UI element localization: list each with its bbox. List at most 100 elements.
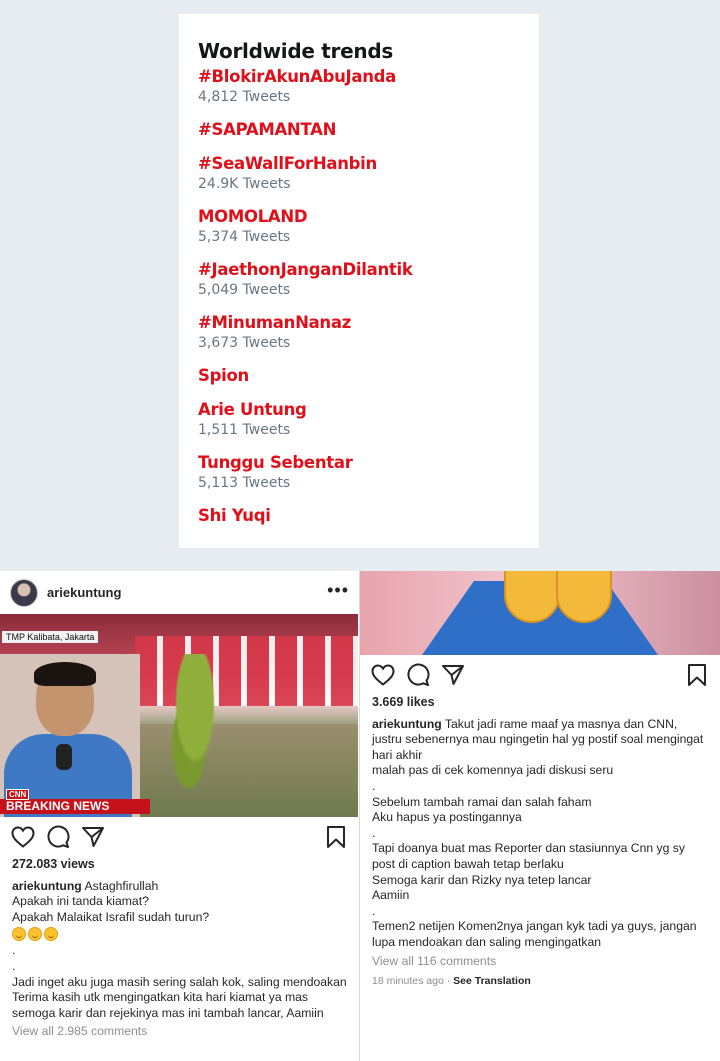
post-username[interactable]: ariekuntung	[47, 585, 327, 600]
caption-text: Temen2 netijen Komen2nya jangan kyk tadi…	[372, 919, 697, 949]
bookmark-icon[interactable]	[684, 662, 710, 688]
caption-text: Sebelum tambah ramai dan salah faham	[372, 794, 592, 809]
caption-line: .	[372, 904, 708, 920]
trend-tweet-count: 3,673 Tweets	[198, 335, 291, 351]
caption-line: Jadi inget aku juga masih sering salah k…	[12, 975, 347, 991]
trend-name[interactable]: #SAPAMANTAN	[198, 119, 520, 141]
heart-icon[interactable]	[370, 662, 396, 688]
comment-icon[interactable]	[405, 662, 431, 688]
post-action-bar	[360, 655, 720, 695]
trend-tweet-count: 5,113 Tweets	[198, 475, 291, 491]
trend-item[interactable]: Shi Yuqi	[198, 505, 520, 527]
bookmark-icon[interactable]	[323, 824, 349, 850]
trend-item[interactable]: Arie Untung 1,511 Tweets	[198, 399, 520, 439]
more-options-icon[interactable]: •••	[327, 581, 349, 601]
caption-line: Sebelum tambah ramai dan salah faham	[372, 795, 708, 811]
caption-line: Temen2 netijen Komen2nya jangan kyk tadi…	[372, 919, 708, 950]
heart-icon[interactable]	[10, 824, 36, 850]
trend-tweet-count: 1,511 Tweets	[198, 422, 291, 438]
trends-title: Worldwide trends	[198, 39, 393, 63]
smile-emoji-row	[12, 925, 347, 943]
caption-line: .	[12, 959, 347, 975]
caption-text: Semoga karir dan Rizky nya tetep lancar	[372, 872, 592, 887]
trend-name[interactable]: MOMOLAND	[198, 206, 520, 228]
caption-line: ariekuntung Takut jadi rame maaf ya masn…	[372, 717, 708, 764]
trend-item[interactable]: #BlokirAkunAbuJanda 4,812 Tweets	[198, 66, 520, 106]
praying-hands-image[interactable]	[360, 571, 720, 655]
comment-icon[interactable]	[45, 824, 71, 850]
caption-text: Apakah Malaikat Israfil sudah turun?	[12, 909, 210, 924]
cnn-logo: CNN	[6, 789, 30, 800]
trend-item[interactable]: #MinumanNanaz 3,673 Tweets	[198, 312, 520, 352]
trend-item[interactable]: Tunggu Sebentar 5,113 Tweets	[198, 452, 520, 492]
caption-line: malah pas di cek komennya jadi diskusi s…	[372, 763, 708, 779]
caption-text: .	[12, 958, 16, 973]
trend-name[interactable]: Arie Untung	[198, 399, 520, 421]
caption-text: Aamiin	[372, 888, 410, 903]
caption-line: Terima kasih utk mengingatkan kita hari …	[12, 990, 347, 1021]
trend-name[interactable]: #MinumanNanaz	[198, 312, 520, 334]
trend-name[interactable]: #BlokirAkunAbuJanda	[198, 66, 520, 88]
caption-text: .	[372, 903, 376, 918]
trends-list: #BlokirAkunAbuJanda 4,812 Tweets #SAPAMANT…	[198, 66, 520, 527]
trend-tweet-count: 5,049 Tweets	[198, 282, 291, 298]
like-count: 3.669 likes	[372, 695, 435, 709]
trend-name[interactable]: Tunggu Sebentar	[198, 452, 520, 474]
caption-text: Astaghfirullah	[84, 878, 159, 893]
caption-line: Aamiin	[372, 888, 708, 904]
trend-item[interactable]: #SAPAMANTAN	[198, 119, 520, 141]
trend-item[interactable]: #SeaWallForHanbin 24.9K Tweets	[198, 153, 520, 193]
breaking-news-banner: BREAKING NEWS	[0, 799, 150, 814]
caption-text: Jadi inget aku juga masih sering salah k…	[12, 974, 347, 989]
smiling-face-icon	[12, 927, 26, 942]
caption-line: .	[372, 826, 708, 842]
caption-text: Tapi doanya buat mas Reporter dan stasiu…	[372, 841, 685, 871]
caption-line: Semoga karir dan Rizky nya tetep lancar	[372, 873, 708, 889]
post-timestamp: 18 minutes ago	[372, 975, 444, 988]
caption-line: Aku hapus ya postingannya	[372, 810, 708, 826]
post-caption-area: 272.083 views ariekuntung Astaghfirullah…	[0, 857, 359, 1040]
see-translation-link[interactable]: See Translation	[453, 975, 531, 987]
trend-name[interactable]: #JaethonJanganDilantik	[198, 259, 520, 281]
caption-text: .	[12, 943, 16, 958]
caption-username[interactable]: ariekuntung	[372, 717, 442, 731]
caption-text: .	[372, 825, 376, 840]
video-tree	[165, 654, 225, 794]
worldwide-trends-card: Worldwide trends #BlokirAkunAbuJanda 4,81…	[179, 14, 539, 548]
caption-line: Apakah Malaikat Israfil sudah turun?	[12, 910, 347, 926]
caption-line: .	[12, 943, 347, 959]
caption-text: Apakah ini tanda kiamat?	[12, 894, 149, 909]
caption-username[interactable]: ariekuntung	[12, 879, 82, 893]
view-all-comments-link[interactable]: View all 2.985 comments	[12, 1024, 347, 1040]
post-header: ariekuntung •••	[0, 571, 359, 614]
post-action-bar	[0, 817, 359, 857]
avatar[interactable]	[10, 578, 38, 607]
trend-name[interactable]: Shi Yuqi	[198, 505, 520, 527]
post-caption-area: 3.669 likes ariekuntung Takut jadi rame …	[360, 695, 720, 990]
post-caption: ariekuntung Takut jadi rame maaf ya masn…	[372, 717, 708, 951]
trend-tweet-count: 24.9K Tweets	[198, 176, 291, 192]
caption-text: .	[372, 778, 376, 793]
trend-item[interactable]: Spion	[198, 365, 520, 387]
trend-item[interactable]: MOMOLAND 5,374 Tweets	[198, 206, 520, 246]
caption-text: Aku hapus ya postingannya	[372, 810, 522, 825]
trend-item[interactable]: #JaethonJanganDilantik 5,049 Tweets	[198, 259, 520, 299]
caption-line: .	[372, 779, 708, 795]
smiling-face-icon	[28, 927, 42, 942]
caption-line: Tapi doanya buat mas Reporter dan stasiu…	[372, 841, 708, 872]
caption-text: malah pas di cek komennya jadi diskusi s…	[372, 763, 614, 778]
instagram-post-left: ariekuntung ••• TMP Kalibata, Jakarta BR…	[0, 571, 360, 1061]
caption-text: Terima kasih utk mengingatkan kita hari …	[12, 990, 324, 1020]
news-video-frame[interactable]: TMP Kalibata, Jakarta BREAKING NEWS CNN	[0, 614, 358, 817]
share-icon[interactable]	[80, 824, 106, 850]
post-caption: ariekuntung Astaghfirullah Apakah ini tan…	[12, 879, 347, 1022]
view-all-comments-link[interactable]: View all 116 comments	[372, 954, 708, 970]
share-icon[interactable]	[440, 662, 466, 688]
trend-name[interactable]: #SeaWallForHanbin	[198, 153, 520, 175]
trend-tweet-count: 5,374 Tweets	[198, 229, 291, 245]
reporter-hair	[34, 662, 96, 686]
video-location-tag: TMP Kalibata, Jakarta	[2, 631, 99, 643]
caption-line: ariekuntung Astaghfirullah	[12, 879, 347, 895]
view-count: 272.083 views	[12, 857, 95, 871]
trend-name[interactable]: Spion	[198, 365, 520, 387]
